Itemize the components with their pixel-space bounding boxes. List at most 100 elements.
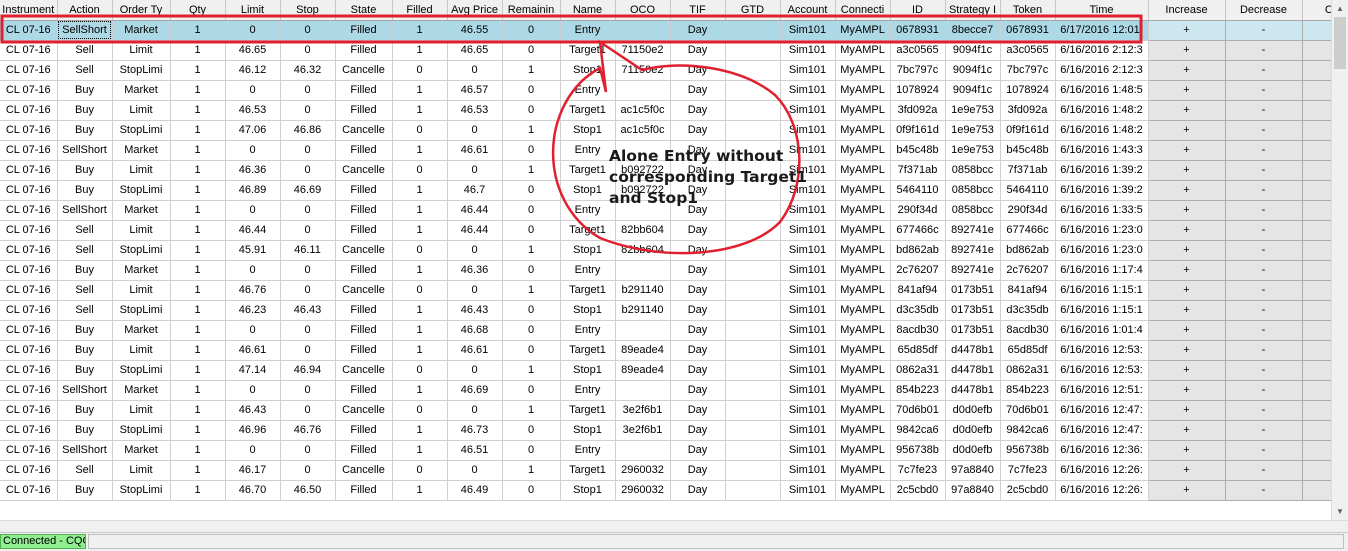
column-header[interactable]: State [335, 0, 393, 21]
increase-button[interactable]: + [1147, 159, 1226, 181]
column-header[interactable]: Name [560, 0, 616, 21]
increase-button[interactable]: + [1147, 179, 1226, 201]
decrease-button[interactable]: - [1224, 379, 1303, 401]
decrease-button[interactable]: - [1224, 299, 1303, 321]
decrease-button[interactable]: - [1224, 119, 1303, 141]
increase-button[interactable]: + [1147, 399, 1226, 421]
increase-button[interactable]: + [1147, 119, 1226, 141]
order-row[interactable]: CL 07-16 Buy Limit 1 46.53 0 Filled 1 46.53 0 Targ… [0, 99, 1331, 121]
vertical-scrollbar[interactable]: ▲ ▼ [1331, 0, 1348, 520]
order-row[interactable]: CL 07-16 Sell StopLimi 1 45.91 46.11 Cancelle 0… [0, 239, 1331, 261]
column-header[interactable]: Cancel [1302, 0, 1331, 21]
cancel-button[interactable]: X [1301, 319, 1331, 341]
decrease-button[interactable]: - [1224, 39, 1303, 61]
column-header[interactable]: Order Ty [112, 0, 171, 21]
decrease-button[interactable]: - [1224, 159, 1303, 181]
increase-button[interactable]: + [1147, 279, 1226, 301]
column-header[interactable]: ID [890, 0, 946, 21]
order-row[interactable]: CL 07-16 Buy Market 1 0 0 Filled 1 46.68 0 Entry Da… [0, 319, 1331, 341]
cancel-button[interactable]: X [1301, 459, 1331, 481]
cancel-button[interactable]: X [1301, 399, 1331, 421]
order-row[interactable]: CL 07-16 Buy Limit 1 46.61 0 Filled 1 46.61 0 Targ… [0, 339, 1331, 361]
horizontal-scrollbar[interactable] [0, 520, 1348, 532]
column-header[interactable]: Filled [392, 0, 448, 21]
cancel-button[interactable]: X [1301, 299, 1331, 321]
column-header[interactable]: Remainin [502, 0, 561, 21]
cancel-button[interactable]: X [1301, 79, 1331, 101]
increase-button[interactable]: + [1147, 39, 1226, 61]
decrease-button[interactable]: - [1224, 99, 1303, 121]
column-header[interactable]: TIF [670, 0, 726, 21]
column-header[interactable]: Instrument [0, 0, 58, 21]
increase-button[interactable]: + [1147, 219, 1226, 241]
order-row[interactable]: CL 07-16 Buy Market 1 0 0 Filled 1 46.57 0 Entry Da… [0, 79, 1331, 101]
column-header[interactable]: Token [1000, 0, 1056, 21]
increase-button[interactable]: + [1147, 299, 1226, 321]
order-row[interactable]: CL 07-16 Buy StopLimi 1 46.70 46.50 Filled 1 46.… [0, 479, 1331, 501]
increase-button[interactable]: + [1147, 239, 1226, 261]
increase-button[interactable]: + [1147, 319, 1226, 341]
order-row[interactable]: CL 07-16 Buy Limit 1 46.43 0 Cancelle 0 0 1 Target… [0, 399, 1331, 421]
increase-button[interactable]: + [1147, 259, 1226, 281]
cancel-button[interactable]: X [1301, 159, 1331, 181]
order-row[interactable]: CL 07-16 Sell StopLimi 1 46.12 46.32 Cancelle 0… [0, 59, 1331, 81]
decrease-button[interactable]: - [1224, 479, 1303, 501]
cancel-button[interactable]: X [1301, 339, 1331, 361]
cancel-button[interactable]: X [1301, 359, 1331, 381]
decrease-button[interactable]: - [1224, 339, 1303, 361]
column-header[interactable]: Action [57, 0, 113, 21]
increase-button[interactable]: + [1147, 379, 1226, 401]
order-row[interactable]: CL 07-16 Buy StopLimi 1 47.06 46.86 Cancelle 0 0… [0, 119, 1331, 141]
cancel-button[interactable]: X [1301, 259, 1331, 281]
order-row[interactable]: CL 07-16 SellShort Market 1 0 0 Filled 1 46.55 0 E… [0, 19, 1331, 41]
decrease-button[interactable]: - [1224, 279, 1303, 301]
decrease-button[interactable]: - [1224, 459, 1303, 481]
order-row[interactable]: CL 07-16 Buy StopLimi 1 47.14 46.94 Cancelle 0 0… [0, 359, 1331, 381]
order-row[interactable]: CL 07-16 SellShort Market 1 0 0 Filled 1 46.69 0 E… [0, 379, 1331, 401]
cancel-button[interactable]: X [1301, 239, 1331, 261]
decrease-button[interactable]: - [1224, 439, 1303, 461]
cancel-button[interactable]: X [1301, 39, 1331, 61]
decrease-button[interactable]: - [1224, 219, 1303, 241]
increase-button[interactable]: + [1147, 419, 1226, 441]
order-row[interactable]: CL 07-16 Buy Market 1 0 0 Filled 1 46.36 0 Entry Da… [0, 259, 1331, 281]
decrease-button[interactable]: - [1224, 199, 1303, 221]
cancel-button[interactable]: X [1301, 19, 1331, 41]
column-header[interactable]: GTD [725, 0, 781, 21]
increase-button[interactable]: + [1147, 139, 1226, 161]
column-header[interactable]: Strategy I [945, 0, 1001, 21]
increase-button[interactable]: + [1147, 59, 1226, 81]
order-row[interactable]: CL 07-16 SellShort Market 1 0 0 Filled 1 46.51 0 E… [0, 439, 1331, 461]
column-header[interactable]: Connecti [835, 0, 891, 21]
cancel-button[interactable]: X [1301, 59, 1331, 81]
cancel-button[interactable]: X [1301, 279, 1331, 301]
increase-button[interactable]: + [1147, 79, 1226, 101]
order-row[interactable]: CL 07-16 Sell StopLimi 1 46.23 46.43 Filled 1 46… [0, 299, 1331, 321]
decrease-button[interactable]: - [1224, 139, 1303, 161]
column-header[interactable]: Time [1055, 0, 1149, 21]
decrease-button[interactable]: - [1224, 419, 1303, 441]
increase-button[interactable]: + [1147, 339, 1226, 361]
scrollbar-thumb[interactable] [1334, 17, 1346, 69]
increase-button[interactable]: + [1147, 459, 1226, 481]
cancel-button[interactable]: X [1301, 119, 1331, 141]
cancel-button[interactable]: X [1301, 179, 1331, 201]
column-header[interactable]: Increase [1148, 0, 1226, 21]
order-row[interactable]: CL 07-16 Sell Limit 1 46.44 0 Filled 1 46.44 0 Tar… [0, 219, 1331, 241]
cancel-button[interactable]: X [1301, 139, 1331, 161]
order-row[interactable]: CL 07-16 Sell Limit 1 46.17 0 Cancelle 0 0 1 Targe… [0, 459, 1331, 481]
decrease-button[interactable]: - [1224, 79, 1303, 101]
decrease-button[interactable]: - [1224, 239, 1303, 261]
decrease-button[interactable]: - [1224, 259, 1303, 281]
column-header[interactable]: Decrease [1225, 0, 1303, 21]
order-row[interactable]: CL 07-16 Sell Limit 1 46.65 0 Filled 1 46.65 0 Tar… [0, 39, 1331, 61]
cancel-button[interactable]: X [1301, 419, 1331, 441]
column-header[interactable]: Account [780, 0, 836, 21]
increase-button[interactable]: + [1147, 479, 1226, 501]
column-header[interactable]: Limit [225, 0, 281, 21]
cancel-button[interactable]: X [1301, 99, 1331, 121]
column-header[interactable]: OCO [615, 0, 671, 21]
column-header[interactable]: Avg Price [447, 0, 503, 21]
decrease-button[interactable]: - [1224, 399, 1303, 421]
increase-button[interactable]: + [1147, 359, 1226, 381]
